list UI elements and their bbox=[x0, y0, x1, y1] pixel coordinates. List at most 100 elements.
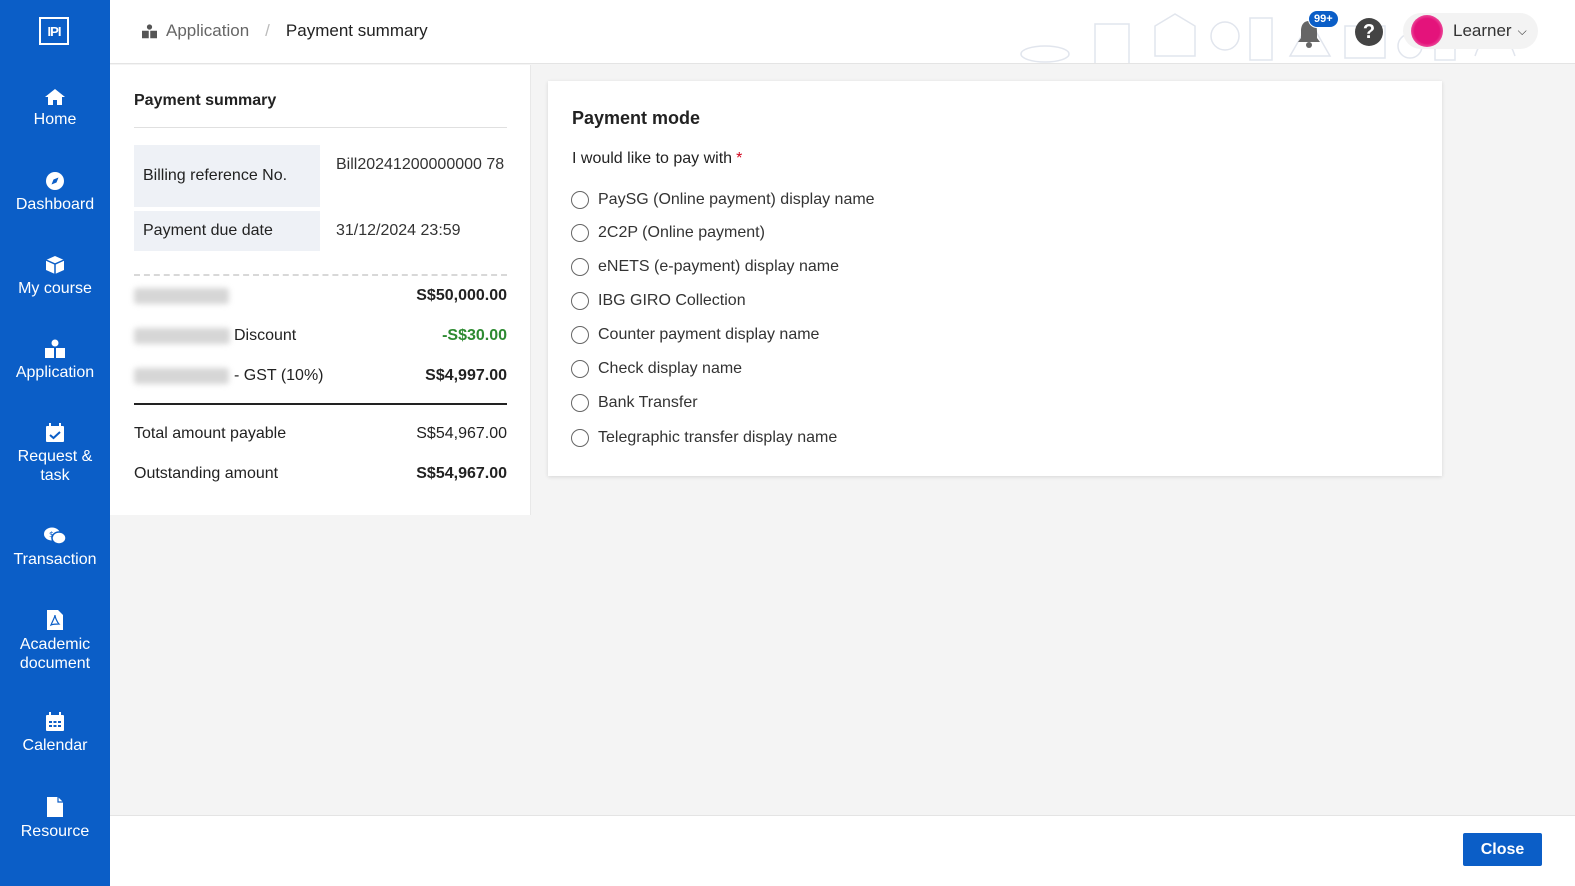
option-label: Telegraphic transfer display name bbox=[598, 429, 838, 446]
pdf-document-icon bbox=[47, 610, 63, 630]
payment-option-bank-transfer[interactable]: Bank Transfer bbox=[571, 394, 698, 412]
payment-option-enets[interactable]: eNETS (e-payment) display name bbox=[571, 258, 839, 276]
billing-ref-value: Bill20241200000000 78 bbox=[336, 156, 505, 173]
outstanding-row: Outstanding amount S$54,967.00 bbox=[134, 465, 507, 483]
payment-summary-panel: Payment summary Billing reference No. Bi… bbox=[110, 65, 531, 515]
sidebar-item-label: Dashboard bbox=[15, 196, 95, 213]
breadcrumb: Application / Payment summary bbox=[141, 21, 428, 41]
payment-option-paysg[interactable]: PaySG (Online payment) display name bbox=[571, 191, 875, 209]
line-item: - GST (10%) S$4,997.00 bbox=[134, 367, 507, 385]
sidebar-item-resource[interactable]: Resource bbox=[0, 796, 110, 841]
breadcrumb-current: Payment summary bbox=[285, 21, 428, 40]
top-header: Application / Payment summary 99+ ? Lear… bbox=[110, 0, 1575, 64]
box-icon bbox=[45, 256, 65, 274]
sidebar-item-my-course[interactable]: My course bbox=[0, 255, 110, 298]
divider bbox=[134, 127, 507, 128]
sidebar-item-academic-document[interactable]: Academic document bbox=[0, 609, 110, 673]
user-menu[interactable]: Learner ⌵ bbox=[1403, 13, 1538, 49]
sidebar-item-label: Calendar bbox=[22, 737, 88, 754]
radio-button[interactable] bbox=[571, 292, 589, 310]
avatar bbox=[1411, 15, 1443, 47]
user-name: Learner bbox=[1453, 21, 1512, 40]
option-label: 2C2P (Online payment) bbox=[598, 224, 765, 241]
sidebar-item-label: Request & task bbox=[17, 448, 93, 484]
option-label: IBG GIRO Collection bbox=[598, 292, 746, 309]
payment-mode-title: Payment mode bbox=[572, 108, 701, 128]
required-mark: * bbox=[736, 150, 743, 167]
radio-button[interactable] bbox=[571, 429, 589, 447]
payment-mode-card: Payment mode I would like to pay with * P… bbox=[548, 81, 1442, 476]
radio-button[interactable] bbox=[571, 258, 589, 276]
radio-button[interactable] bbox=[571, 326, 589, 344]
payment-mode-prompt: I would like to pay with * bbox=[572, 150, 742, 168]
sidebar-item-label: Application bbox=[15, 364, 95, 381]
transaction-icon: $ bbox=[44, 527, 67, 545]
sidebar-item-dashboard[interactable]: Dashboard bbox=[0, 171, 110, 214]
file-icon bbox=[47, 797, 63, 817]
option-label: Bank Transfer bbox=[598, 394, 698, 411]
sidebar-item-application[interactable]: Application bbox=[0, 339, 110, 382]
breadcrumb-separator: / bbox=[265, 21, 270, 40]
total-label: Total amount payable bbox=[134, 425, 287, 442]
calendar-icon bbox=[46, 712, 64, 731]
option-label: Counter payment display name bbox=[598, 326, 820, 343]
notification-badge: 99+ bbox=[1308, 10, 1339, 28]
outstanding-label: Outstanding amount bbox=[134, 465, 279, 482]
logo: IPI bbox=[39, 17, 69, 45]
line-item: S$50,000.00 bbox=[134, 287, 507, 305]
line-item-amount: -S$30.00 bbox=[442, 327, 507, 344]
calendar-check-icon bbox=[46, 423, 64, 442]
application-icon bbox=[142, 23, 157, 38]
payment-option-telegraphic[interactable]: Telegraphic transfer display name bbox=[571, 429, 837, 447]
redacted-text bbox=[134, 327, 230, 344]
payment-option-check[interactable]: Check display name bbox=[571, 360, 742, 378]
redacted-text bbox=[134, 367, 229, 384]
radio-button[interactable] bbox=[571, 360, 589, 378]
sidebar-item-request-task[interactable]: Request & task bbox=[0, 423, 110, 485]
total-row: Total amount payable S$54,967.00 bbox=[134, 425, 507, 443]
redacted-text bbox=[134, 287, 229, 304]
sidebar-item-label: Transaction bbox=[13, 551, 97, 568]
option-label: Check display name bbox=[598, 360, 743, 377]
line-item: Discount -S$30.00 bbox=[134, 327, 507, 345]
sidebar: IPI Home Dashboard My course Application… bbox=[0, 0, 110, 886]
compass-icon bbox=[46, 172, 64, 190]
radio-button[interactable] bbox=[571, 224, 589, 242]
sidebar-item-home[interactable]: Home bbox=[0, 88, 110, 129]
option-label: PaySG (Online payment) display name bbox=[598, 191, 875, 208]
close-button[interactable]: Close bbox=[1463, 833, 1542, 866]
help-icon[interactable]: ? bbox=[1355, 18, 1383, 46]
outstanding-value: S$54,967.00 bbox=[416, 465, 507, 482]
total-value: S$54,967.00 bbox=[416, 425, 507, 442]
home-icon bbox=[45, 89, 65, 105]
line-item-description bbox=[134, 287, 229, 305]
line-item-description: - GST (10%) bbox=[134, 367, 324, 385]
chevron-down-icon: ⌵ bbox=[1517, 23, 1527, 38]
prompt-text: I would like to pay with bbox=[572, 150, 733, 167]
line-item-amount: S$50,000.00 bbox=[416, 287, 507, 304]
footer-bar: Close bbox=[110, 815, 1575, 886]
option-label: eNETS (e-payment) display name bbox=[598, 258, 839, 275]
breadcrumb-application-link[interactable]: Application bbox=[166, 21, 249, 41]
payment-option-2c2p[interactable]: 2C2P (Online payment) bbox=[571, 224, 765, 242]
payment-option-counter[interactable]: Counter payment display name bbox=[571, 326, 819, 344]
sidebar-item-transaction[interactable]: $ Transaction bbox=[0, 526, 110, 569]
svg-text:$: $ bbox=[49, 530, 54, 539]
sidebar-item-label: Resource bbox=[20, 823, 90, 840]
total-divider bbox=[134, 403, 507, 405]
line-item-description: Discount bbox=[134, 327, 296, 345]
sidebar-item-label: Home bbox=[33, 111, 77, 128]
sidebar-item-calendar[interactable]: Calendar bbox=[0, 712, 110, 755]
radio-button[interactable] bbox=[571, 394, 589, 412]
dashed-divider bbox=[134, 274, 507, 276]
line-item-amount: S$4,997.00 bbox=[425, 367, 507, 384]
sidebar-item-label: My course bbox=[18, 280, 92, 297]
radio-button[interactable] bbox=[571, 191, 589, 209]
due-date-value: 31/12/2024 23:59 bbox=[336, 222, 461, 239]
application-icon bbox=[45, 339, 65, 358]
billing-ref-label: Billing reference No. bbox=[134, 145, 320, 207]
summary-title: Payment summary bbox=[134, 92, 277, 109]
sidebar-item-label: Academic document bbox=[19, 636, 91, 672]
due-date-label: Payment due date bbox=[134, 211, 320, 251]
payment-option-ibg-giro[interactable]: IBG GIRO Collection bbox=[571, 292, 746, 310]
